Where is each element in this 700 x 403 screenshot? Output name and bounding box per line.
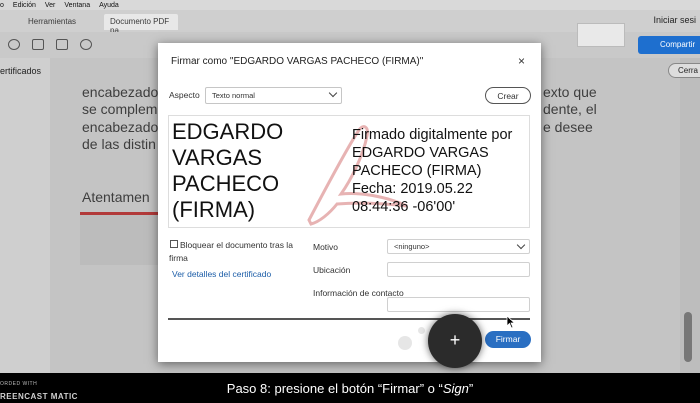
left-panel bbox=[0, 58, 50, 373]
doc-line: e desee bbox=[543, 119, 593, 135]
signature-info: Firmado digitalmente por EDGARDO VARGAS … bbox=[352, 127, 513, 215]
tab-home[interactable] bbox=[0, 14, 20, 30]
dialog-title: Firmar como "EDGARDO VARGAS PACHECO (FIR… bbox=[171, 56, 424, 67]
upload-icon[interactable] bbox=[8, 39, 20, 50]
caption-text: Paso 8: presione el botón “Firmar” o “Si… bbox=[0, 381, 700, 396]
signature-preview: EDGARDO VARGAS PACHECO (FIRMA) Firmado d… bbox=[168, 115, 530, 228]
doc-line: se complem bbox=[82, 101, 158, 117]
contacto-input[interactable] bbox=[387, 297, 530, 312]
tab-tools[interactable]: Herramientas bbox=[22, 14, 100, 30]
mail-icon[interactable] bbox=[56, 39, 68, 50]
watermark-bottom: REENCAST MATIC bbox=[0, 392, 78, 401]
signin-link[interactable]: Iniciar sesi bbox=[653, 15, 696, 25]
dialog-divider bbox=[168, 318, 530, 320]
lock-label: Bloquear el documento tras la firma bbox=[169, 240, 293, 263]
watermark-top: ORDED WITH bbox=[0, 381, 38, 387]
doc-image-block bbox=[80, 215, 158, 265]
ubicacion-label: Ubicación bbox=[313, 265, 351, 275]
click-trail-dot bbox=[398, 336, 412, 350]
aspect-value: Texto normal bbox=[212, 91, 255, 100]
menu-item-ver[interactable]: Ver bbox=[45, 2, 56, 9]
doc-line: encabezado bbox=[82, 84, 159, 100]
menubar: o Edición Ver Ventana Ayuda bbox=[0, 0, 700, 10]
menu-item-ventana[interactable]: Ventana bbox=[64, 2, 90, 9]
scrollbar[interactable] bbox=[684, 312, 692, 362]
doc-line: encabezado bbox=[82, 119, 159, 135]
ubicacion-input[interactable] bbox=[387, 262, 530, 277]
plus-icon: + bbox=[428, 314, 482, 368]
sign-button[interactable]: Firmar bbox=[485, 331, 531, 348]
search-icon[interactable] bbox=[80, 39, 92, 50]
recorder-logo bbox=[577, 23, 625, 47]
menu-item-ayuda[interactable]: Ayuda bbox=[99, 2, 119, 9]
motivo-label: Motivo bbox=[313, 242, 339, 252]
close-icon[interactable]: × bbox=[518, 54, 525, 68]
cursor-icon bbox=[506, 315, 516, 329]
doc-line: Atentamen bbox=[82, 189, 150, 205]
doc-line: dente, el bbox=[543, 101, 597, 117]
certificates-label: ertificados bbox=[0, 66, 42, 76]
menu-item-file[interactable]: o bbox=[0, 2, 4, 9]
click-trail-dot bbox=[418, 327, 425, 334]
signature-name: EDGARDO VARGAS PACHECO (FIRMA) bbox=[172, 119, 284, 222]
caption-part: ” bbox=[468, 381, 474, 396]
doc-line: exto que bbox=[543, 84, 597, 100]
doc-line: de las distin bbox=[82, 136, 156, 152]
chevron-down-icon bbox=[516, 240, 526, 250]
caption-part: Paso 8: presione el botón “Firmar” o “ bbox=[226, 381, 443, 396]
caption-italic: Sign bbox=[442, 381, 469, 396]
tab-document[interactable]: Documento PDF pa... bbox=[104, 14, 178, 35]
create-button[interactable]: Crear bbox=[485, 87, 531, 104]
print-icon[interactable] bbox=[32, 39, 44, 50]
motivo-value: <ninguno> bbox=[394, 242, 430, 251]
aspect-select[interactable]: Texto normal bbox=[205, 87, 342, 104]
certificate-details-link[interactable]: Ver detalles del certificado bbox=[172, 269, 271, 279]
menu-item-edicion[interactable]: Edición bbox=[13, 2, 36, 9]
sign-dialog: Firmar como "EDGARDO VARGAS PACHECO (FIR… bbox=[158, 43, 541, 362]
share-button[interactable]: Compartir bbox=[638, 36, 700, 54]
motivo-select[interactable]: <ninguno> bbox=[387, 239, 530, 254]
close-panel-button[interactable]: Cerra bbox=[668, 63, 700, 78]
chevron-down-icon bbox=[328, 88, 338, 98]
aspect-label: Aspecto bbox=[169, 90, 200, 100]
